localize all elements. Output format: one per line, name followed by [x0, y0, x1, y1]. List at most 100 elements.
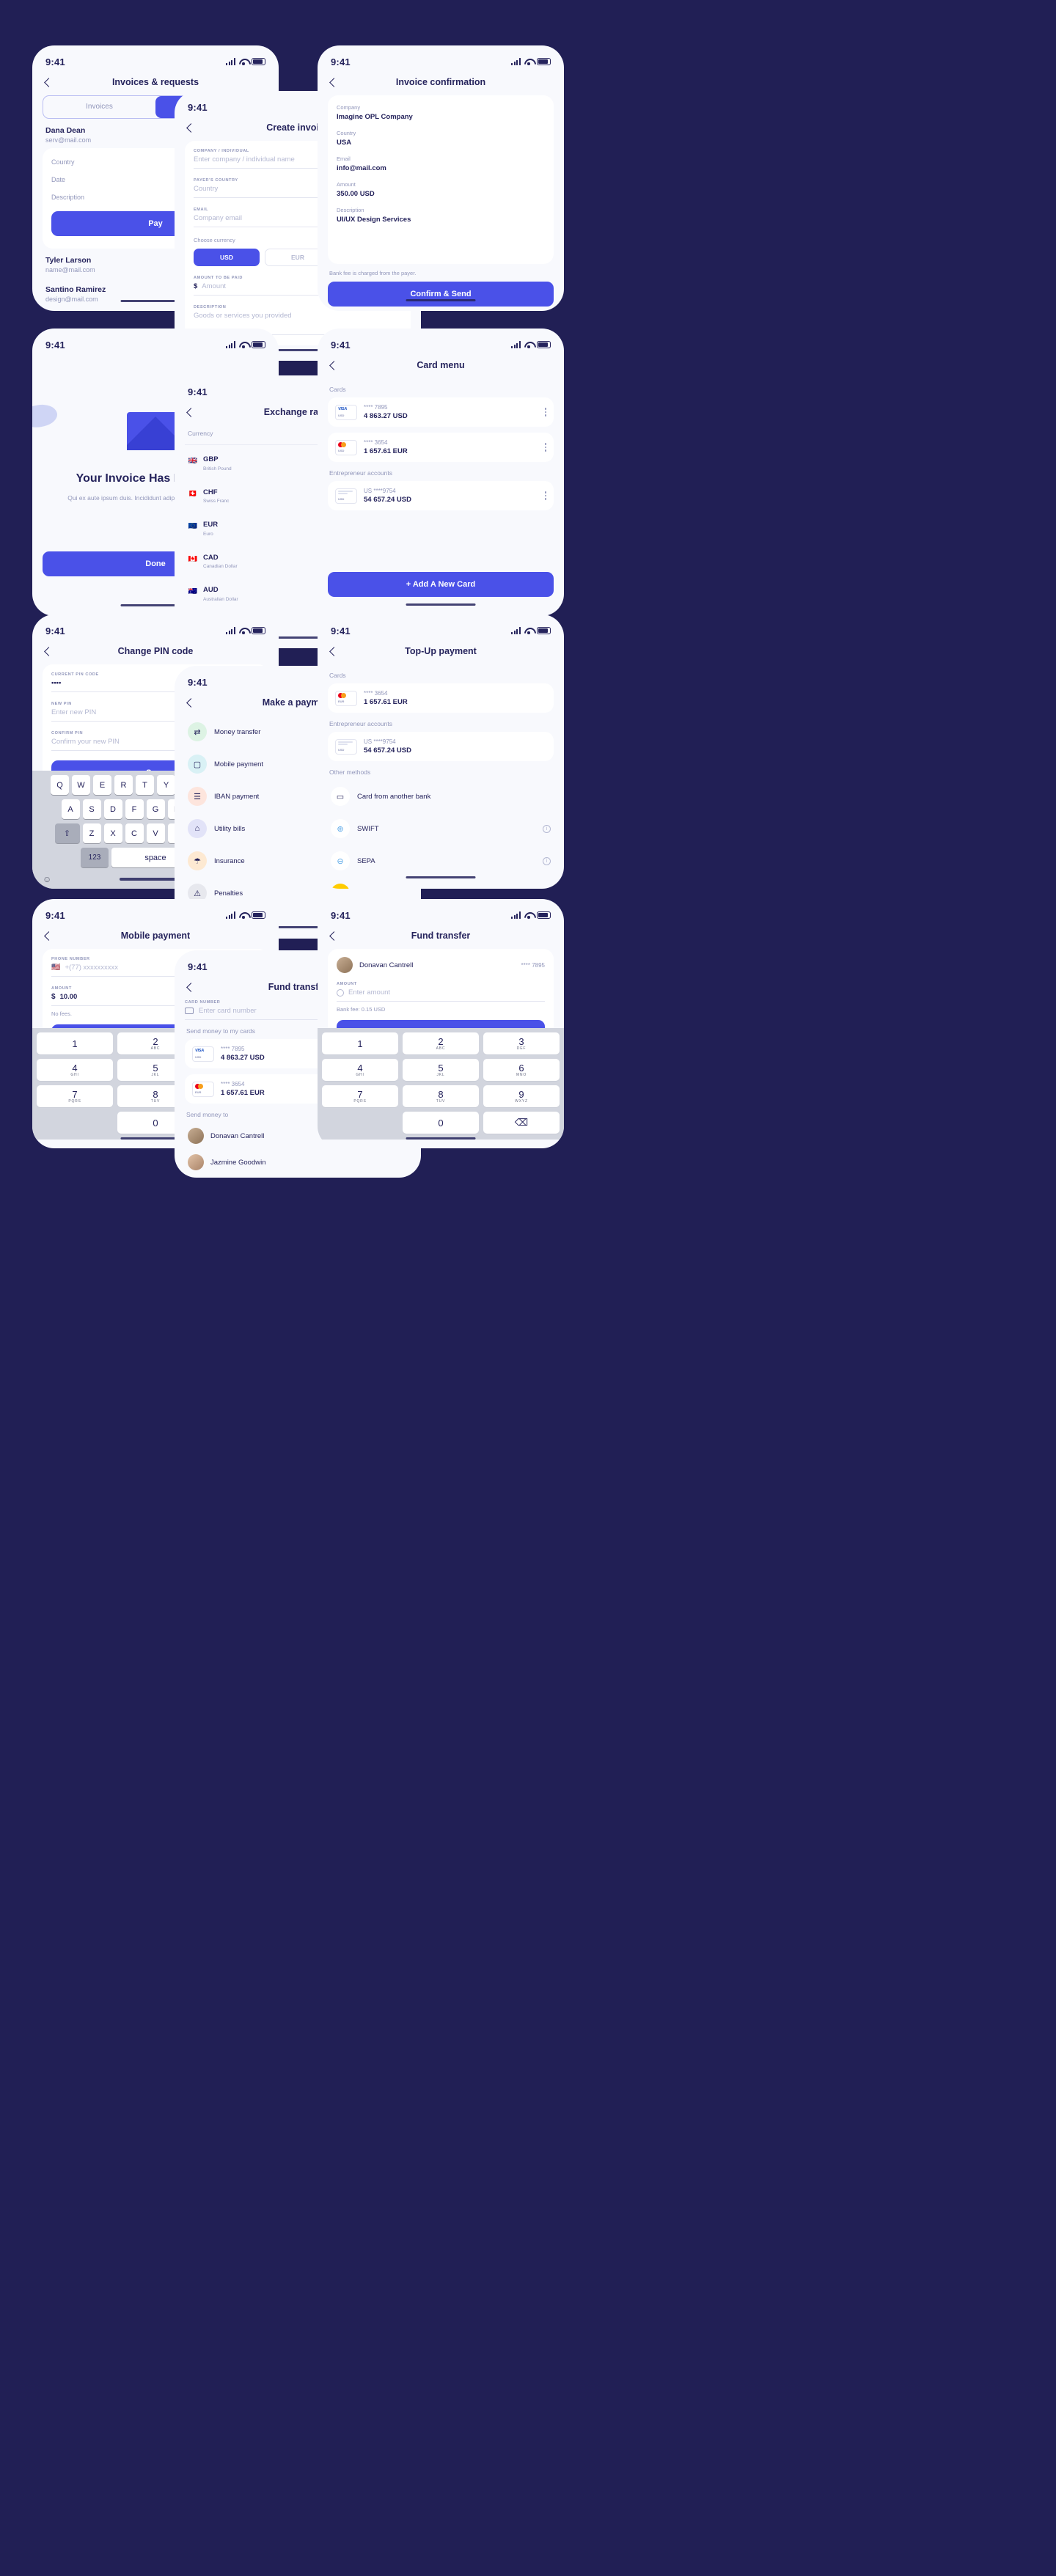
confirmation-card: Company Imagine OPL Company Country USA …: [328, 95, 554, 264]
recipient-name: Donavan Cantrell: [359, 961, 414, 969]
confirm-send-button[interactable]: Confirm & Send: [328, 282, 554, 307]
back-icon[interactable]: [186, 697, 196, 708]
keypad-2[interactable]: 2 ABC: [403, 1032, 479, 1054]
key-d[interactable]: D: [103, 799, 122, 819]
visa-card-icon: VISA USD: [192, 1046, 214, 1062]
add-new-card-button[interactable]: + Add A New Card: [328, 572, 554, 597]
keypad-3[interactable]: 3DEF: [483, 1032, 560, 1054]
confirm-value: UI/UX Design Services: [337, 216, 411, 224]
key-v[interactable]: V: [146, 823, 165, 843]
keypad-row: 4GHI 5JKL 6MNO: [322, 1059, 560, 1081]
screen-invoice-confirmation: 9:41 Invoice confirmation Company Imagin…: [318, 45, 564, 311]
western-union-icon: W: [331, 884, 350, 889]
page-title: Invoices & requests: [111, 77, 199, 87]
field-placeholder: Enter card number: [199, 1007, 257, 1015]
status-time: 9:41: [188, 386, 208, 397]
contact-name: Donavan Cantrell: [210, 1131, 265, 1140]
topup-method-western-union[interactable]: W Western Union: [328, 877, 554, 889]
key-w[interactable]: W: [72, 775, 90, 795]
page-title: Mobile payment: [120, 931, 191, 941]
home-indicator: [406, 876, 476, 878]
status-icons: [225, 58, 265, 65]
status-icons: [510, 341, 551, 348]
page-title: Card menu: [417, 360, 465, 370]
key-q[interactable]: Q: [51, 775, 69, 795]
account-options-icon[interactable]: [544, 491, 546, 500]
keypad-backspace[interactable]: ⌫: [483, 1112, 560, 1134]
account-row[interactable]: USD US ****9754 54 657.24 USD: [328, 732, 554, 761]
back-icon[interactable]: [44, 646, 54, 656]
key-f[interactable]: F: [125, 799, 144, 819]
method-label: SWIFT: [357, 824, 379, 833]
numbers-key[interactable]: 123: [81, 848, 109, 867]
card-row[interactable]: VISA USD **** 7895 4 863.27 USD: [328, 397, 554, 427]
emoji-icon[interactable]: ☺: [43, 874, 51, 884]
design-showcase-canvas: 9:41 Invoices & requests Invoices Reques…: [0, 0, 1056, 2576]
key-t[interactable]: T: [136, 775, 154, 795]
account-row[interactable]: USD US ****9754 54 657.24 USD: [328, 481, 554, 510]
back-icon[interactable]: [186, 982, 196, 992]
nav-bar: Invoice confirmation: [318, 70, 564, 95]
card-row[interactable]: USD **** 3654 1 657.61 EUR: [328, 433, 554, 462]
key-c[interactable]: C: [125, 823, 144, 843]
nav-bar: Top-Up payment: [318, 639, 564, 664]
topup-method-swift[interactable]: ⊕ SWIFT i: [328, 812, 554, 845]
request-name: Santino Ramirez: [45, 285, 106, 294]
method-label: Money transfer: [214, 727, 261, 736]
status-time: 9:41: [331, 909, 351, 921]
back-icon[interactable]: [329, 931, 339, 941]
back-icon[interactable]: [186, 122, 196, 133]
keypad-6[interactable]: 6MNO: [483, 1059, 560, 1081]
key-a[interactable]: A: [61, 799, 80, 819]
recipient-row[interactable]: Donavan Cantrell **** 7895: [337, 957, 545, 973]
keypad-7[interactable]: 7 PQRS: [37, 1085, 113, 1107]
back-icon[interactable]: [329, 646, 339, 656]
card-options-icon[interactable]: [544, 443, 546, 452]
currency-chip-usd[interactable]: USD: [194, 249, 260, 266]
key-s[interactable]: S: [82, 799, 101, 819]
topup-method-card-another-bank[interactable]: ▭ Card from another bank: [328, 780, 554, 812]
signal-icon: [510, 911, 521, 919]
key-g[interactable]: G: [146, 799, 165, 819]
contact-row[interactable]: Jazmine Goodwin: [185, 1149, 411, 1175]
page-title: Invoice confirmation: [395, 77, 486, 87]
back-icon[interactable]: [44, 931, 54, 941]
status-icons: [225, 911, 265, 919]
back-icon[interactable]: [186, 407, 196, 417]
card-options-icon[interactable]: [544, 408, 546, 417]
card-row[interactable]: EUR **** 3654 1 657.61 EUR: [328, 683, 554, 713]
keypad-7[interactable]: 7 PQRS: [322, 1085, 398, 1107]
screen-topup-payment: 9:41 Top-Up payment Cards EUR **** 3654 …: [318, 614, 564, 889]
field-amount[interactable]: AMOUNT Enter amount: [337, 982, 545, 1002]
confirm-value: info@mail.com: [337, 164, 386, 172]
shift-key[interactable]: ⇧: [54, 823, 80, 843]
keypad-0[interactable]: 0: [403, 1112, 479, 1134]
topup-method-sepa[interactable]: ⊖ SEPA i: [328, 845, 554, 877]
tab-invoices[interactable]: Invoices: [43, 96, 155, 118]
key-y[interactable]: Y: [157, 775, 175, 795]
key-z[interactable]: Z: [82, 823, 101, 843]
key-x[interactable]: X: [103, 823, 122, 843]
keypad-8[interactable]: 8 TUV: [403, 1085, 479, 1107]
umbrella-icon: ☂: [188, 851, 207, 870]
keypad-4[interactable]: 4 GHI: [37, 1059, 113, 1081]
status-time: 9:41: [331, 339, 351, 351]
info-icon[interactable]: i: [543, 824, 551, 833]
contact-row[interactable]: Davon Bridges: [185, 1175, 411, 1178]
back-icon[interactable]: [329, 77, 339, 87]
keypad-9[interactable]: 9WXYZ: [483, 1085, 560, 1107]
key-r[interactable]: R: [114, 775, 133, 795]
key-e[interactable]: E: [93, 775, 111, 795]
screen-card-menu: 9:41 Card menu Cards VISA USD **** 7895 4…: [318, 329, 564, 616]
keypad-1[interactable]: 1: [322, 1032, 398, 1054]
method-label: IBAN payment: [214, 792, 260, 801]
keypad-5[interactable]: 5 JKL: [403, 1059, 479, 1081]
currency-name: Australian Dollar: [203, 596, 238, 602]
page-title: Change PIN code: [117, 646, 194, 656]
info-icon[interactable]: i: [543, 856, 551, 865]
keypad-4[interactable]: 4 GHI: [322, 1059, 398, 1081]
keypad-1[interactable]: 1: [37, 1032, 113, 1054]
card-number: **** 7895: [364, 404, 388, 411]
back-icon[interactable]: [329, 360, 339, 370]
back-icon[interactable]: [44, 77, 54, 87]
